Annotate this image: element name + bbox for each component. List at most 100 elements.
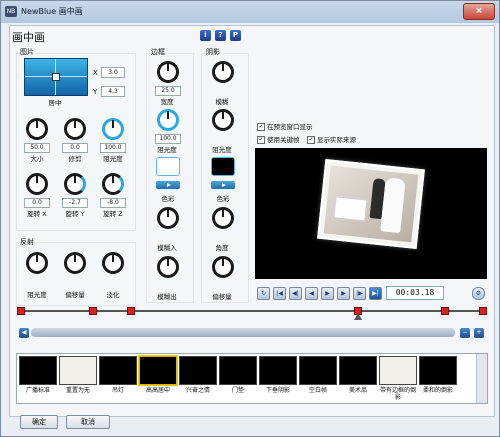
shadow-opacity-knob[interactable] xyxy=(212,109,234,131)
size-knob[interactable] xyxy=(26,118,48,140)
preset-thumbnail[interactable]: 兴奋之倩 xyxy=(179,356,217,400)
cancel-button[interactable]: 取消 xyxy=(66,415,110,429)
checkmark-icon: ✓ xyxy=(257,123,265,131)
page-title: 画中画 xyxy=(12,31,45,44)
shadow-angle-label: 角度 xyxy=(215,244,229,252)
add-keyframe-button[interactable]: ▶| xyxy=(369,287,382,300)
preset-thumbnail[interactable]: 吊灯 xyxy=(99,356,137,400)
preset-image xyxy=(19,356,57,385)
preset-image xyxy=(179,356,217,385)
crop-value[interactable]: 0.0 xyxy=(62,143,88,153)
preset-thumbnail[interactable]: 重置为无 xyxy=(59,356,97,400)
shadow-color-picker[interactable] xyxy=(211,181,235,189)
ok-button[interactable]: 确定 xyxy=(20,415,58,429)
opacity-value[interactable]: 100.0 xyxy=(100,143,126,153)
keyframe-marker[interactable] xyxy=(127,307,135,315)
reflection-opacity-knob[interactable] xyxy=(26,252,48,274)
reflection-fade-knob[interactable] xyxy=(102,252,124,274)
preset-thumbnail[interactable]: 带有边框的倒影 xyxy=(379,356,417,401)
preset-label: 广播标准 xyxy=(25,387,50,394)
y-input[interactable]: 4.3 xyxy=(101,86,125,97)
video-preview xyxy=(255,148,487,279)
x-label: X xyxy=(93,69,98,77)
preset-image xyxy=(259,356,297,385)
preview-picture xyxy=(317,158,425,250)
shadow-blur-label: 模糊 xyxy=(215,98,229,106)
reflection-fade-label: 淡化 xyxy=(106,291,120,299)
border-opacity-label: 阻光度 xyxy=(157,146,177,154)
step-back-button[interactable]: ◀ xyxy=(305,287,318,300)
timeline-scrollbar[interactable] xyxy=(31,328,455,337)
keyframe-marker[interactable] xyxy=(89,307,97,315)
rotate-y-knob[interactable] xyxy=(64,173,86,195)
position-grid[interactable] xyxy=(24,58,88,96)
border-color-picker[interactable] xyxy=(156,181,180,189)
border-fade-in-knob[interactable] xyxy=(157,207,179,229)
preview-bride xyxy=(380,177,406,234)
show-in-preview-checkbox[interactable]: ✓ 在预览窗口显示 xyxy=(257,121,313,131)
play-button[interactable]: ▶ xyxy=(321,287,334,300)
shadow-color-label: 色彩 xyxy=(216,195,230,203)
preset-thumbnail[interactable]: 柔和的倒影 xyxy=(419,356,457,400)
keyframe-marker[interactable] xyxy=(17,307,25,315)
zoom-out-button[interactable]: − xyxy=(460,328,470,338)
use-keyframes-checkbox[interactable]: ✓ 使用关键帧 xyxy=(257,134,300,144)
opacity-knob[interactable] xyxy=(102,118,124,140)
preset-thumbnail[interactable]: 门垫 xyxy=(219,356,257,400)
pip-dialog-window: NB NewBlue 画中画 × 画中画 i ? P 图片 居中 X 3.0 Y… xyxy=(0,0,500,437)
crop-knob[interactable] xyxy=(64,118,86,140)
x-input[interactable]: 3.0 xyxy=(101,67,125,78)
rotate-z-knob[interactable] xyxy=(102,173,124,195)
position-handle[interactable] xyxy=(52,73,60,81)
border-fade-out-knob[interactable] xyxy=(157,256,179,278)
border-width-knob[interactable] xyxy=(157,61,179,83)
shadow-angle-knob[interactable] xyxy=(212,207,234,229)
border-opacity-value[interactable]: 100.0 xyxy=(155,134,181,144)
border-color-swatch[interactable] xyxy=(156,157,180,176)
help-icon[interactable]: ? xyxy=(215,30,226,41)
show-source-checkbox[interactable]: ✓ 显示实际来源 xyxy=(307,134,356,144)
rotate-x-value[interactable]: 0.0 xyxy=(24,198,50,208)
size-value[interactable]: 50.0 xyxy=(24,143,50,153)
preset-thumbnail[interactable]: 美术品 xyxy=(339,356,377,400)
info-icon[interactable]: i xyxy=(200,30,211,41)
preset-icon[interactable]: P xyxy=(230,30,241,41)
settings-icon[interactable]: ⚙ xyxy=(472,287,485,300)
reflection-group-label: 反射 xyxy=(20,238,34,246)
preset-thumbnail[interactable]: 下垂阴影 xyxy=(259,356,297,400)
step-forward-button[interactable]: ▶ xyxy=(337,287,350,300)
title-bar[interactable]: NB NewBlue 画中画 × xyxy=(1,1,499,23)
zoom-in-button[interactable]: + xyxy=(474,328,484,338)
app-icon: NB xyxy=(5,6,17,17)
preset-label: 空白帧 xyxy=(308,387,327,394)
shadow-color-swatch[interactable] xyxy=(211,157,235,176)
border-fade-in-label: 模糊入 xyxy=(157,244,177,252)
shadow-offset-knob[interactable] xyxy=(212,256,234,278)
preset-image xyxy=(419,356,457,385)
playhead-marker[interactable] xyxy=(354,313,362,320)
rotate-y-value[interactable]: -2.7 xyxy=(62,198,88,208)
close-button[interactable]: × xyxy=(463,3,495,20)
keyframe-marker[interactable] xyxy=(479,307,487,315)
scroll-left-button[interactable]: ◀ xyxy=(19,328,29,338)
rotate-z-value[interactable]: -8.0 xyxy=(100,198,126,208)
preset-thumbnail[interactable]: 高高居中 xyxy=(139,356,177,400)
next-keyframe-button[interactable]: |▶ xyxy=(353,287,366,300)
border-width-value[interactable]: 25.0 xyxy=(155,86,181,96)
preset-label: 柔和的倒影 xyxy=(422,387,453,394)
timecode-display: 00:03.18 xyxy=(386,286,444,300)
reflection-offset-knob[interactable] xyxy=(64,252,86,274)
shadow-blur-knob[interactable] xyxy=(212,61,234,83)
preset-thumbnail[interactable]: 广播标准 xyxy=(19,356,57,400)
checkmark-icon: ✓ xyxy=(257,136,265,144)
preset-thumbnail[interactable]: 空白帧 xyxy=(299,356,337,400)
loop-button[interactable]: ↻ xyxy=(257,287,270,300)
border-opacity-knob[interactable] xyxy=(157,109,179,131)
first-frame-button[interactable]: |◀ xyxy=(273,287,286,300)
checkmark-icon: ✓ xyxy=(307,136,315,144)
prev-keyframe-button[interactable]: ◀| xyxy=(289,287,302,300)
keyframe-marker[interactable] xyxy=(441,307,449,315)
presets-scrollbar[interactable] xyxy=(476,354,487,403)
preset-label: 吊灯 xyxy=(111,387,124,394)
rotate-x-knob[interactable] xyxy=(26,173,48,195)
